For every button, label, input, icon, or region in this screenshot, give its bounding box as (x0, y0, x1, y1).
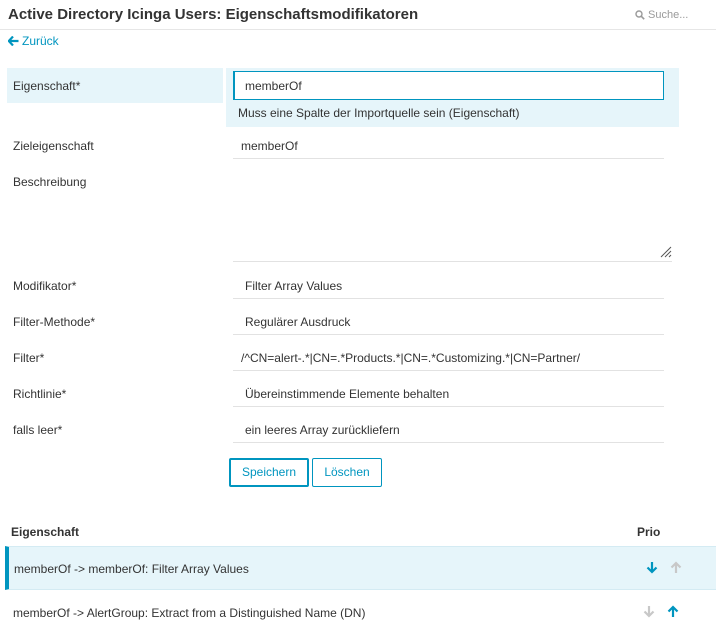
target-property-label: Zieleigenschaft (13, 139, 94, 153)
arrow-up-icon[interactable] (667, 605, 679, 618)
row-label: memberOf -> memberOf: Filter Array Value… (14, 562, 249, 576)
when-empty-select[interactable]: ein leeres Array zurückliefern (233, 419, 664, 443)
policy-select[interactable]: Übereinstimmende Elemente behalten (233, 383, 664, 407)
resize-handle-icon[interactable] (658, 244, 672, 258)
table-row[interactable]: memberOf -> AlertGroup: Extract from a D… (5, 591, 716, 635)
filter-label: Filter* (13, 351, 45, 365)
property-hint: Muss eine Spalte der Importquelle sein (… (238, 106, 520, 120)
target-property-input[interactable]: memberOf (233, 135, 664, 159)
delete-button[interactable]: Löschen (312, 458, 382, 487)
page-header: Active Directory Icinga Users: Eigenscha… (0, 0, 716, 30)
property-label: Eigenschaft* (13, 79, 81, 93)
description-label: Beschreibung (13, 175, 87, 189)
property-label-highlight: Eigenschaft* (7, 68, 223, 103)
arrow-left-icon (7, 35, 19, 47)
row-label: memberOf -> AlertGroup: Extract from a D… (13, 606, 366, 620)
column-header-property: Eigenschaft (11, 525, 80, 539)
search-input[interactable]: Suche... (635, 9, 688, 21)
filter-method-label: Filter-Methode* (13, 315, 96, 329)
back-link[interactable]: Zurück (7, 34, 59, 48)
description-textarea[interactable] (233, 172, 672, 262)
column-header-prio: Prio (637, 525, 661, 539)
when-empty-label: falls leer* (13, 423, 63, 437)
modifier-select[interactable]: Filter Array Values (233, 275, 664, 299)
save-button[interactable]: Speichern (229, 458, 309, 487)
arrow-down-icon[interactable] (646, 561, 658, 574)
filter-input[interactable]: /^CN=alert-.*|CN=.*Products.*|CN=.*Custo… (233, 347, 664, 371)
search-placeholder: Suche... (648, 9, 689, 21)
arrow-up-icon (670, 561, 682, 573)
policy-label: Richtlinie* (13, 387, 67, 401)
search-icon (635, 10, 645, 20)
arrow-down-icon (643, 606, 655, 618)
page-title: Active Directory Icinga Users: Eigenscha… (8, 6, 419, 23)
modifier-label: Modifikator* (13, 279, 77, 293)
back-link-label: Zurück (22, 34, 59, 48)
table-row[interactable]: memberOf -> memberOf: Filter Array Value… (5, 546, 716, 590)
filter-method-select[interactable]: Regulärer Ausdruck (233, 311, 664, 335)
property-input[interactable]: memberOf (233, 71, 664, 100)
